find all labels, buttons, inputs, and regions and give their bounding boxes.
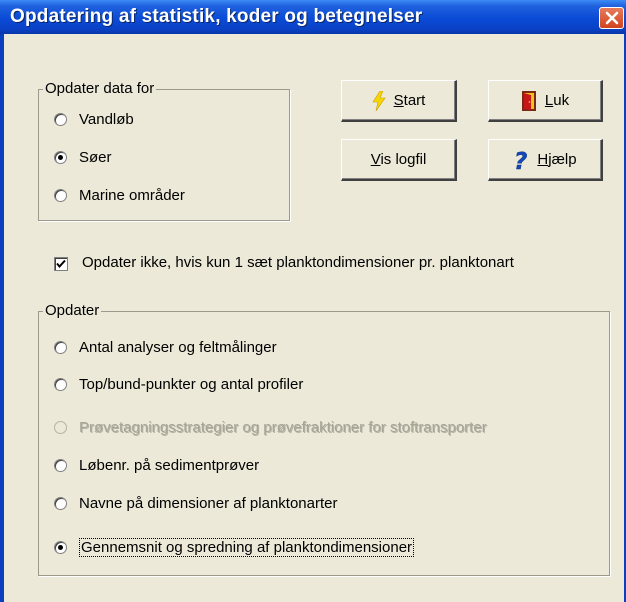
radio-label-disabled: Prøvetagningsstrategier og prøvefraktion… xyxy=(79,418,487,436)
radio-button[interactable] xyxy=(54,340,67,354)
update-legend: Opdater xyxy=(43,302,102,320)
log-accelerator: V xyxy=(370,151,381,168)
svg-text:?: ? xyxy=(514,149,527,172)
radio-button[interactable] xyxy=(54,112,67,126)
close-button[interactable]: Luk xyxy=(488,80,603,122)
lightning-icon xyxy=(372,90,386,111)
radio-update-sediment[interactable]: Løbenr. på sedimentprøver xyxy=(54,455,259,475)
help-button[interactable]: ? Hjælp xyxy=(488,139,603,181)
close-window-button[interactable] xyxy=(599,7,624,29)
radio-label: Antal analyser og feltmålinger xyxy=(79,338,277,356)
skip-update-label: Opdater ikke, hvis kun 1 sæt planktondim… xyxy=(82,254,514,271)
radio-label: Søer xyxy=(79,148,112,166)
radio-label: Navne på dimensioner af planktonarter xyxy=(79,494,338,512)
title-bar: Opdatering af statistik, koder og betegn… xyxy=(0,0,626,34)
radio-button[interactable] xyxy=(54,496,67,510)
radio-label: Vandløb xyxy=(79,110,134,128)
radio-label: Gennemsnit og spredning af planktondimen… xyxy=(79,537,415,557)
window-border-left xyxy=(0,34,4,602)
radio-update-sampling-strategies: Prøvetagningsstrategier og prøvefraktion… xyxy=(54,417,487,437)
data-source-legend: Opdater data for xyxy=(43,80,157,98)
help-accelerator: H xyxy=(537,151,549,168)
radio-label: Løbenr. på sedimentprøver xyxy=(79,456,260,474)
door-exit-icon xyxy=(521,90,536,111)
radio-update-analyses[interactable]: Antal analyser og feltmålinger xyxy=(54,337,277,357)
question-icon: ? xyxy=(514,148,528,172)
radio-button[interactable] xyxy=(54,377,67,391)
radio-label: Top/bund-punkter og antal profiler xyxy=(79,375,304,393)
radio-button[interactable] xyxy=(54,188,67,202)
start-label: tart xyxy=(403,92,426,109)
start-button[interactable]: Start xyxy=(341,80,457,122)
log-label: is logfil xyxy=(380,151,427,168)
radio-update-plankton-names[interactable]: Navne på dimensioner af planktonarter xyxy=(54,493,338,513)
radio-button[interactable] xyxy=(54,458,67,472)
close-icon xyxy=(605,11,618,25)
skip-update-checkbox[interactable] xyxy=(54,257,68,271)
radio-vandlob[interactable]: Vandløb xyxy=(54,109,134,129)
radio-soer[interactable]: Søer xyxy=(54,147,112,167)
start-accelerator: S xyxy=(393,92,404,109)
radio-update-profiles[interactable]: Top/bund-punkter og antal profiler xyxy=(54,374,303,394)
radio-update-plankton-stats[interactable]: Gennemsnit og spredning af planktondimen… xyxy=(54,537,415,557)
radio-button[interactable] xyxy=(54,150,67,164)
close-accelerator: L xyxy=(544,92,554,109)
checkmark-icon xyxy=(56,259,66,269)
radio-button[interactable] xyxy=(54,540,67,554)
close-label: uk xyxy=(553,92,570,109)
help-label: jælp xyxy=(548,151,577,168)
radio-button xyxy=(54,420,67,434)
radio-label: Marine områder xyxy=(79,186,185,204)
window-title: Opdatering af statistik, koder og betegn… xyxy=(10,6,423,27)
view-log-button[interactable]: Vis logfil xyxy=(341,139,457,181)
radio-marine[interactable]: Marine områder xyxy=(54,185,185,205)
